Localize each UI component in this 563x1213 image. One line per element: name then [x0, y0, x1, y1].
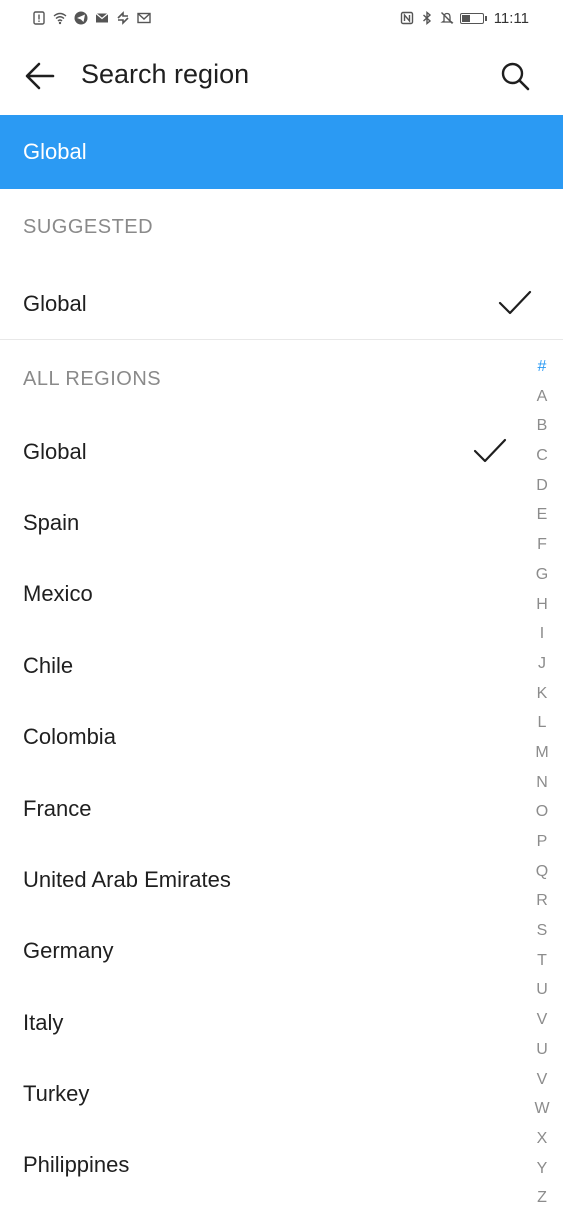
index-letter[interactable]: J [529, 649, 555, 679]
system-icons: 11:11 [400, 8, 529, 28]
mute-icon [440, 12, 454, 24]
region-label: Mexico [23, 581, 93, 606]
index-letter[interactable]: V [529, 1005, 555, 1035]
search-button[interactable] [495, 56, 535, 96]
checkmark-icon [473, 438, 507, 463]
index-letter[interactable]: W [529, 1094, 555, 1124]
notification-icons [32, 9, 151, 27]
all-regions-header: ALL REGIONS [23, 368, 162, 390]
index-letter[interactable]: Y [529, 1154, 555, 1184]
region-label: Global [23, 439, 87, 464]
telegram-icon [74, 11, 88, 25]
index-letter[interactable]: Z [529, 1183, 555, 1213]
index-letter[interactable]: B [529, 411, 555, 441]
nfc-icon [400, 11, 413, 25]
region-item-germany[interactable]: Germany [0, 915, 520, 986]
index-letter[interactable]: G [529, 560, 555, 590]
gmail-icon [137, 12, 151, 24]
index-letter[interactable]: K [529, 679, 555, 709]
index-letter[interactable]: X [529, 1124, 555, 1154]
region-label: Spain [23, 510, 80, 535]
index-letter[interactable]: V [529, 1065, 555, 1095]
wifi-icon [53, 12, 67, 25]
region-item-colombia[interactable]: Colombia [0, 701, 520, 772]
index-letter[interactable]: H [529, 590, 555, 620]
region-item-united-arab-emirates[interactable]: United Arab Emirates [0, 844, 520, 915]
index-letter[interactable]: P [529, 827, 555, 857]
index-letter[interactable]: D [529, 471, 555, 501]
arrow-left-icon [25, 62, 55, 90]
back-button[interactable] [18, 54, 62, 98]
index-letter[interactable]: I [529, 619, 555, 649]
index-letter[interactable]: # [529, 352, 555, 382]
battery-icon [459, 12, 487, 24]
region-item-philippines[interactable]: Philippines [0, 1129, 520, 1200]
index-letter[interactable]: F [529, 530, 555, 560]
index-letter[interactable]: U [529, 975, 555, 1005]
region-label: Colombia [23, 724, 116, 749]
index-letter[interactable]: A [529, 382, 555, 412]
region-label: Chile [23, 653, 74, 678]
checkmark-icon [498, 290, 532, 315]
region-item-spain[interactable]: Spain [0, 487, 520, 558]
status-bar: 11:11 [0, 0, 563, 36]
index-letter[interactable]: L [529, 708, 555, 738]
index-letter[interactable]: C [529, 441, 555, 471]
region-label: France [23, 796, 92, 821]
index-letter[interactable]: U [529, 1035, 555, 1065]
region-label: Philippines [23, 1152, 130, 1177]
app-bar: Search region [0, 36, 563, 114]
divider [0, 339, 563, 340]
region-label: United Arab Emirates [23, 867, 231, 892]
region-label: Turkey [23, 1081, 90, 1106]
region-label: Global [23, 291, 87, 316]
index-letter[interactable]: T [529, 946, 555, 976]
suggested-item-global[interactable]: Global [0, 268, 563, 339]
index-letter[interactable]: S [529, 916, 555, 946]
region-item-chile[interactable]: Chile [0, 630, 520, 701]
mail-icon [95, 13, 109, 23]
sync-icon [117, 11, 129, 25]
selected-region-label: Global [23, 139, 87, 164]
bluetooth-icon [422, 11, 431, 25]
status-time: 11:11 [493, 9, 529, 27]
index-letter[interactable]: N [529, 768, 555, 798]
index-letter[interactable]: R [529, 886, 555, 916]
region-item-turkey[interactable]: Turkey [0, 1058, 520, 1129]
index-letter[interactable]: E [529, 500, 555, 530]
search-icon [501, 62, 530, 91]
region-label: Germany [23, 938, 114, 963]
page-title: Search region [81, 59, 250, 89]
alert-icon [33, 11, 45, 25]
region-item-france[interactable]: France [0, 773, 520, 844]
index-letter[interactable]: O [529, 797, 555, 827]
region-item-global[interactable]: Global [0, 416, 520, 487]
region-item-italy[interactable]: Italy [0, 987, 520, 1058]
selected-region-banner[interactable]: Global [0, 115, 563, 189]
region-item-mexico[interactable]: Mexico [0, 558, 520, 629]
suggested-header: SUGGESTED [23, 216, 154, 238]
alphabet-index-bar[interactable]: # A B C D E F G H I J K L M N O P Q R S T U V U V W X Y Z [529, 352, 555, 1213]
index-letter[interactable]: M [529, 738, 555, 768]
region-label: Italy [23, 1010, 64, 1035]
index-letter[interactable]: Q [529, 857, 555, 887]
